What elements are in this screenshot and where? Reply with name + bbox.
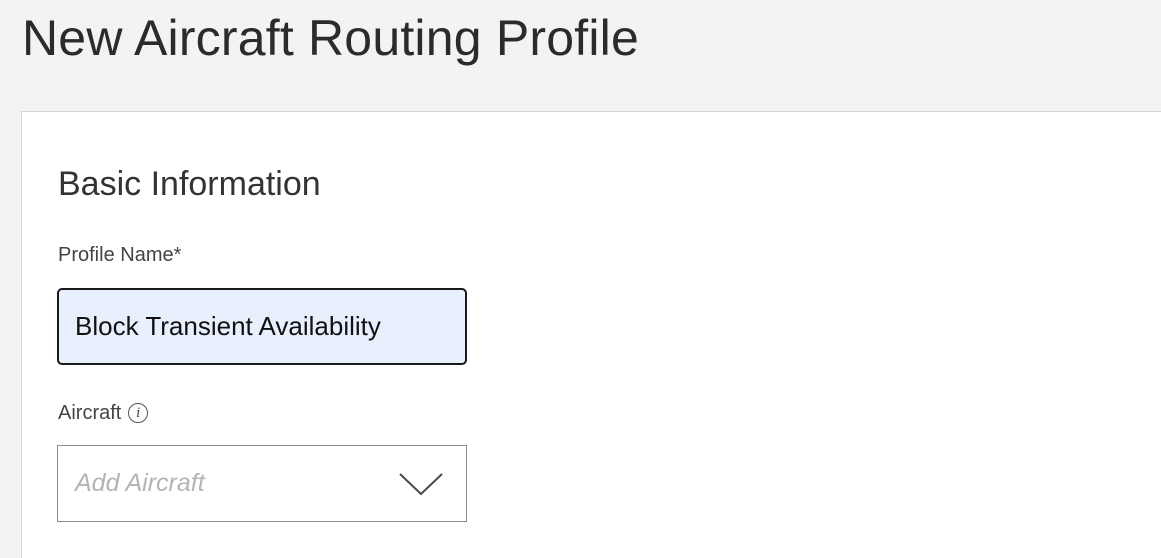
aircraft-label-text: Aircraft	[58, 402, 122, 424]
basic-information-card: Basic Information Profile Name* Aircraft…	[21, 111, 1161, 558]
aircraft-label: Aircraft i	[58, 401, 149, 425]
page-title: New Aircraft Routing Profile	[22, 10, 639, 66]
profile-name-label-text: Profile Name*	[58, 244, 182, 266]
aircraft-select[interactable]: Add Aircraft	[57, 445, 467, 522]
info-icon[interactable]: i	[128, 403, 149, 423]
section-title: Basic Information	[58, 165, 321, 203]
profile-name-label: Profile Name*	[58, 243, 181, 267]
chevron-down-icon	[399, 472, 443, 495]
profile-name-input[interactable]	[57, 288, 467, 365]
aircraft-select-placeholder: Add Aircraft	[75, 469, 205, 497]
